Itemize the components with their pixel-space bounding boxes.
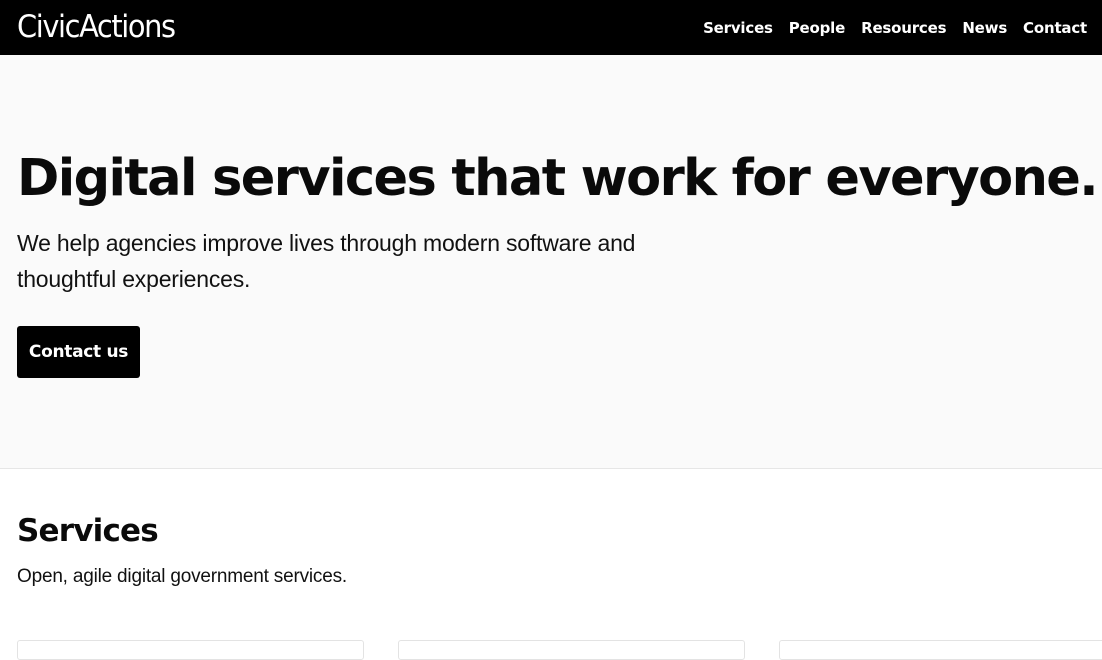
nav-link-resources[interactable]: Resources <box>861 19 946 37</box>
main-nav: Services People Resources News Contact <box>703 19 1087 37</box>
service-card[interactable] <box>398 640 745 660</box>
services-section: Services Open, agile digital government … <box>0 469 1102 660</box>
nav-link-services[interactable]: Services <box>703 19 773 37</box>
nav-link-people[interactable]: People <box>789 19 846 37</box>
hero-subtitle: We help agencies improve lives through m… <box>17 230 636 292</box>
services-description: Open, agile digital government services. <box>17 566 347 587</box>
service-card[interactable] <box>17 640 364 660</box>
hero-section: Digital services that work for everyone.… <box>0 55 1102 469</box>
hero-title: Digital services that work for everyone. <box>17 149 1099 208</box>
service-card[interactable] <box>779 640 1102 660</box>
site-header: CivicActions Services People Resources N… <box>0 0 1102 55</box>
contact-us-button[interactable]: Contact us <box>17 326 140 378</box>
site-logo[interactable]: CivicActions <box>17 12 176 43</box>
nav-link-contact[interactable]: Contact <box>1023 19 1087 37</box>
services-heading: Services <box>17 513 159 549</box>
nav-link-news[interactable]: News <box>962 19 1007 37</box>
